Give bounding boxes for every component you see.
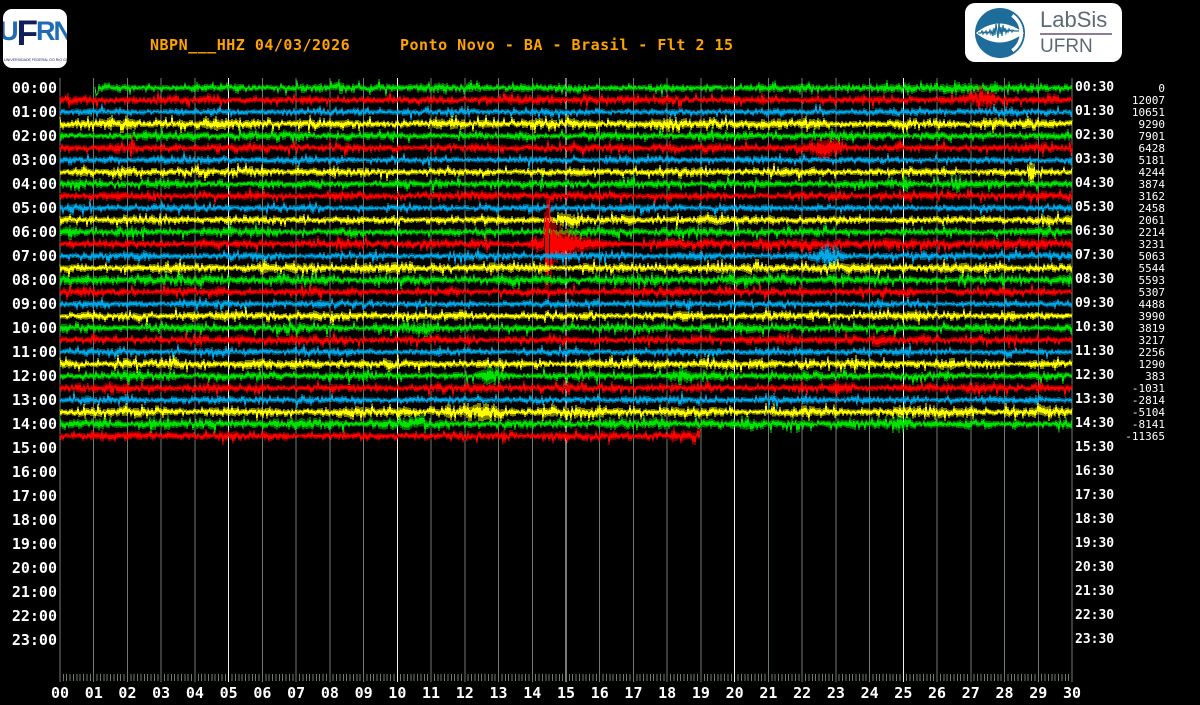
x-axis-tick-label: 02 bbox=[118, 684, 137, 702]
x-axis-tick-label: 03 bbox=[152, 684, 171, 702]
x-axis-tick-label: 25 bbox=[894, 684, 913, 702]
left-time-label: 03:00 bbox=[11, 151, 57, 169]
right-time-label: 20:30 bbox=[1075, 560, 1115, 575]
x-axis-tick-label: 28 bbox=[995, 684, 1014, 702]
right-time-label: 19:30 bbox=[1075, 536, 1115, 551]
left-time-label: 21:00 bbox=[11, 583, 57, 601]
x-axis-tick-label: 18 bbox=[658, 684, 677, 702]
x-axis-tick-label: 17 bbox=[624, 684, 643, 702]
x-axis-tick-label: 13 bbox=[489, 684, 508, 702]
x-axis-tick-label: 27 bbox=[961, 684, 980, 702]
right-time-label: 18:30 bbox=[1075, 512, 1115, 527]
left-time-label: 12:00 bbox=[11, 367, 57, 385]
x-axis-tick-label: 12 bbox=[455, 684, 474, 702]
x-axis-tick-label: 21 bbox=[759, 684, 778, 702]
left-time-label: 18:00 bbox=[11, 511, 57, 529]
x-axis-tick-label: 05 bbox=[219, 684, 238, 702]
left-time-label: 15:00 bbox=[11, 439, 57, 457]
x-axis-tick-label: 14 bbox=[523, 684, 542, 702]
x-axis-tick-label: 24 bbox=[860, 684, 879, 702]
x-axis-tick-label: 09 bbox=[354, 684, 373, 702]
left-time-label: 05:00 bbox=[11, 199, 57, 217]
x-axis-tick-label: 10 bbox=[388, 684, 407, 702]
x-axis-tick-label: 01 bbox=[84, 684, 103, 702]
left-time-label: 02:00 bbox=[11, 127, 57, 145]
x-axis-tick-label: 22 bbox=[793, 684, 812, 702]
x-axis-tick-label: 16 bbox=[590, 684, 609, 702]
helicorder-plot bbox=[59, 78, 1073, 682]
left-time-label: 01:00 bbox=[11, 103, 57, 121]
x-axis-tick-label: 26 bbox=[928, 684, 947, 702]
left-time-label: 23:00 bbox=[11, 631, 57, 649]
left-time-label: 04:00 bbox=[11, 175, 57, 193]
left-time-label: 06:00 bbox=[11, 223, 57, 241]
x-axis-tick-label: 15 bbox=[556, 684, 576, 702]
left-time-label: 11:00 bbox=[11, 343, 57, 361]
left-time-label: 09:00 bbox=[11, 295, 57, 313]
right-time-label: 16:30 bbox=[1075, 464, 1115, 479]
left-time-label: 14:00 bbox=[11, 415, 57, 433]
row-value-label: -11365 bbox=[1125, 430, 1165, 443]
x-axis-tick-label: 30 bbox=[1062, 684, 1082, 702]
right-time-label: 22:30 bbox=[1075, 608, 1115, 623]
x-axis-tick-label: 20 bbox=[725, 684, 744, 702]
left-time-label: 17:00 bbox=[11, 487, 57, 505]
x-axis-tick-label: 23 bbox=[826, 684, 845, 702]
left-time-label: 07:00 bbox=[11, 247, 57, 265]
left-time-label: 00:00 bbox=[11, 79, 57, 97]
x-axis-tick-label: 07 bbox=[287, 684, 306, 702]
left-time-label: 22:00 bbox=[11, 607, 57, 625]
x-axis-tick-label: 08 bbox=[320, 684, 339, 702]
left-time-label: 13:00 bbox=[11, 391, 57, 409]
x-axis-tick-label: 06 bbox=[253, 684, 272, 702]
left-time-label: 16:00 bbox=[11, 463, 57, 481]
x-axis-tick-label: 11 bbox=[422, 684, 441, 702]
x-axis-tick-label: 00 bbox=[50, 684, 70, 702]
left-time-label: 08:00 bbox=[11, 271, 57, 289]
helicorder-screen: UFRN UNIVERSIDADE FEDERAL DO RIO GRANDE … bbox=[0, 0, 1200, 705]
x-axis-tick-label: 19 bbox=[691, 684, 710, 702]
x-axis-tick-label: 29 bbox=[1029, 684, 1048, 702]
left-time-label: 20:00 bbox=[11, 559, 57, 577]
x-axis-tick-label: 04 bbox=[185, 684, 204, 702]
right-time-label: 17:30 bbox=[1075, 488, 1115, 503]
right-time-label: 23:30 bbox=[1075, 632, 1115, 647]
right-time-label: 21:30 bbox=[1075, 584, 1115, 599]
trace-row-1430 bbox=[59, 426, 701, 446]
left-time-label: 10:00 bbox=[11, 319, 57, 337]
left-time-label: 19:00 bbox=[11, 535, 57, 553]
